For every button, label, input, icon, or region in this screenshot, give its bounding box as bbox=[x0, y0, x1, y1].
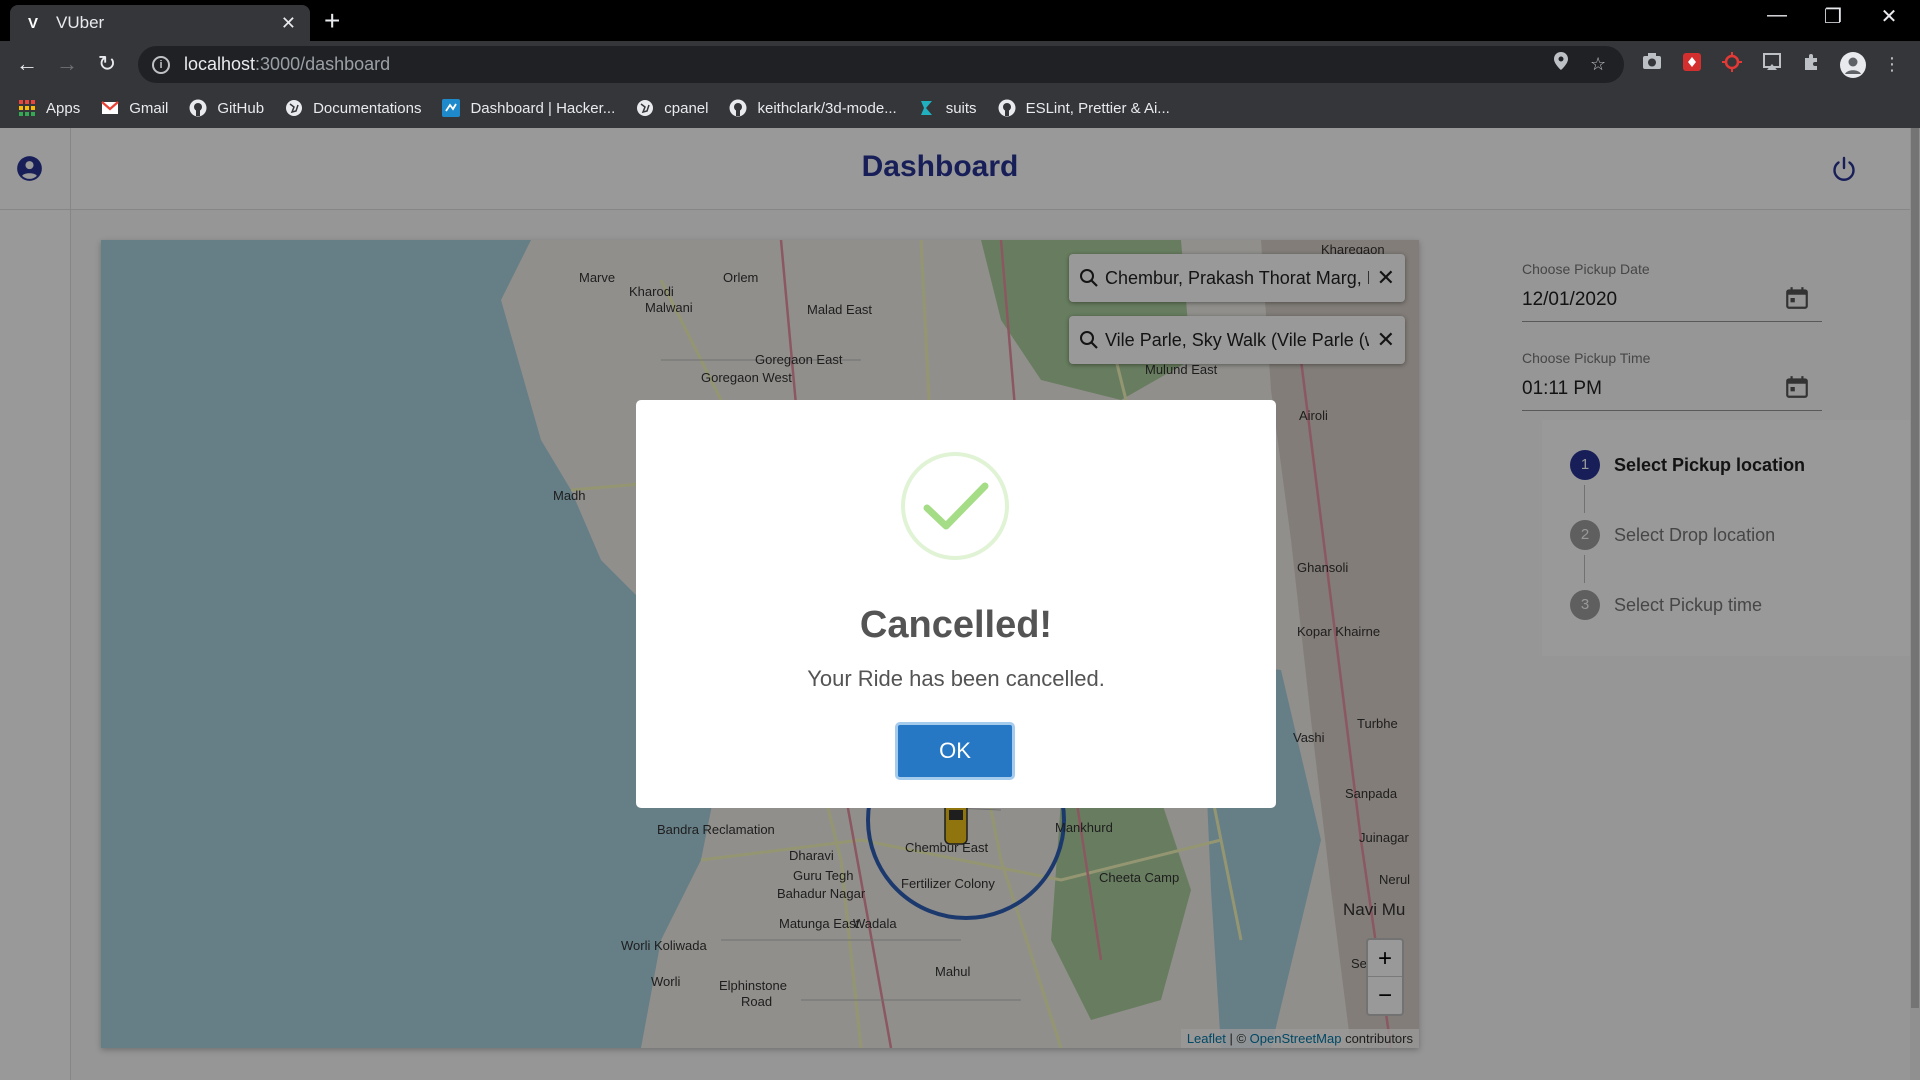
bookmark-label: Documentations bbox=[313, 99, 422, 117]
address-bar[interactable]: i localhost:3000/dashboard ☆ bbox=[138, 46, 1624, 83]
bookmark-github[interactable]: GitHub bbox=[189, 99, 264, 117]
suits-icon bbox=[920, 101, 932, 115]
dialog-message: Your Ride has been cancelled. bbox=[807, 666, 1105, 691]
globe-icon bbox=[637, 100, 654, 116]
gmail-icon bbox=[101, 101, 119, 114]
github-icon bbox=[998, 99, 1016, 117]
tab-close-icon[interactable]: ✕ bbox=[281, 13, 296, 34]
url-host: localhost bbox=[184, 54, 256, 74]
camera-extension-icon[interactable] bbox=[1640, 52, 1664, 76]
bookmark-documentations[interactable]: Documentations bbox=[285, 99, 421, 117]
success-check-icon bbox=[901, 452, 1009, 560]
bookmark-label: suits bbox=[945, 99, 977, 117]
cancel-confirmation-dialog: Cancelled! Your Ride has been cancelled.… bbox=[636, 400, 1276, 808]
bookmark-keithclark[interactable]: keithclark/3d-mode... bbox=[729, 99, 897, 117]
red-extension-icon[interactable] bbox=[1680, 52, 1704, 76]
tab-title: VUber bbox=[56, 13, 105, 32]
github-icon bbox=[189, 99, 207, 117]
bookmark-label: keithclark/3d-mode... bbox=[757, 99, 897, 117]
bookmark-eslint[interactable]: ESLint, Prettier & Ai... bbox=[998, 99, 1170, 117]
location-pin-icon[interactable] bbox=[1554, 46, 1568, 83]
minimize-button[interactable]: — bbox=[1762, 4, 1792, 27]
forward-button[interactable]: → bbox=[52, 49, 82, 79]
restore-button[interactable]: ❐ bbox=[1818, 4, 1848, 29]
github-icon bbox=[729, 99, 747, 117]
browser-toolbar: ← → ↻ i localhost:3000/dashboard ☆ ⋮ bbox=[0, 41, 1920, 88]
bookmark-label: ESLint, Prettier & Ai... bbox=[1025, 99, 1170, 117]
ok-button[interactable]: OK bbox=[895, 722, 1015, 780]
bookmark-label: Dashboard | Hacker... bbox=[470, 99, 616, 117]
close-window-button[interactable]: ✕ bbox=[1874, 4, 1904, 29]
hackerrank-icon bbox=[442, 99, 461, 117]
cast-extension-icon[interactable] bbox=[1760, 52, 1784, 76]
bookmark-gmail[interactable]: Gmail bbox=[101, 99, 168, 117]
bookmark-suits[interactable]: suits bbox=[918, 99, 977, 117]
bookmark-cpanel[interactable]: cpanel bbox=[636, 99, 708, 117]
bug-extension-icon[interactable] bbox=[1720, 52, 1744, 76]
apps-grid-icon bbox=[19, 100, 35, 116]
vuber-favicon-icon: V bbox=[27, 14, 38, 32]
browser-menu-icon[interactable]: ⋮ bbox=[1880, 52, 1904, 76]
browser-tab-strip: V VUber ✕ + — ❐ ✕ bbox=[0, 0, 1920, 41]
dialog-title: Cancelled! bbox=[859, 604, 1053, 646]
bookmark-star-icon[interactable]: ☆ bbox=[1590, 46, 1606, 83]
bookmarks-bar: Apps Gmail GitHub Documentations Dashboa… bbox=[0, 88, 1920, 128]
bookmark-hackerrank[interactable]: Dashboard | Hacker... bbox=[442, 99, 615, 117]
back-button[interactable]: ← bbox=[12, 49, 42, 79]
globe-icon bbox=[286, 100, 303, 116]
new-tab-button[interactable]: + bbox=[324, 6, 340, 36]
bookmark-label: GitHub bbox=[217, 99, 265, 117]
bookmark-label: cpanel bbox=[664, 99, 709, 117]
bookmark-label: Gmail bbox=[129, 99, 169, 117]
reload-button[interactable]: ↻ bbox=[92, 49, 122, 79]
profile-avatar[interactable] bbox=[1840, 52, 1866, 78]
extensions-puzzle-icon[interactable] bbox=[1800, 52, 1824, 76]
bookmark-apps[interactable]: Apps bbox=[18, 99, 80, 117]
browser-tab[interactable]: V VUber ✕ bbox=[10, 5, 310, 41]
site-info-icon[interactable]: i bbox=[152, 55, 170, 74]
url-path: :3000/dashboard bbox=[255, 54, 391, 74]
bookmark-label: Apps bbox=[46, 99, 81, 117]
